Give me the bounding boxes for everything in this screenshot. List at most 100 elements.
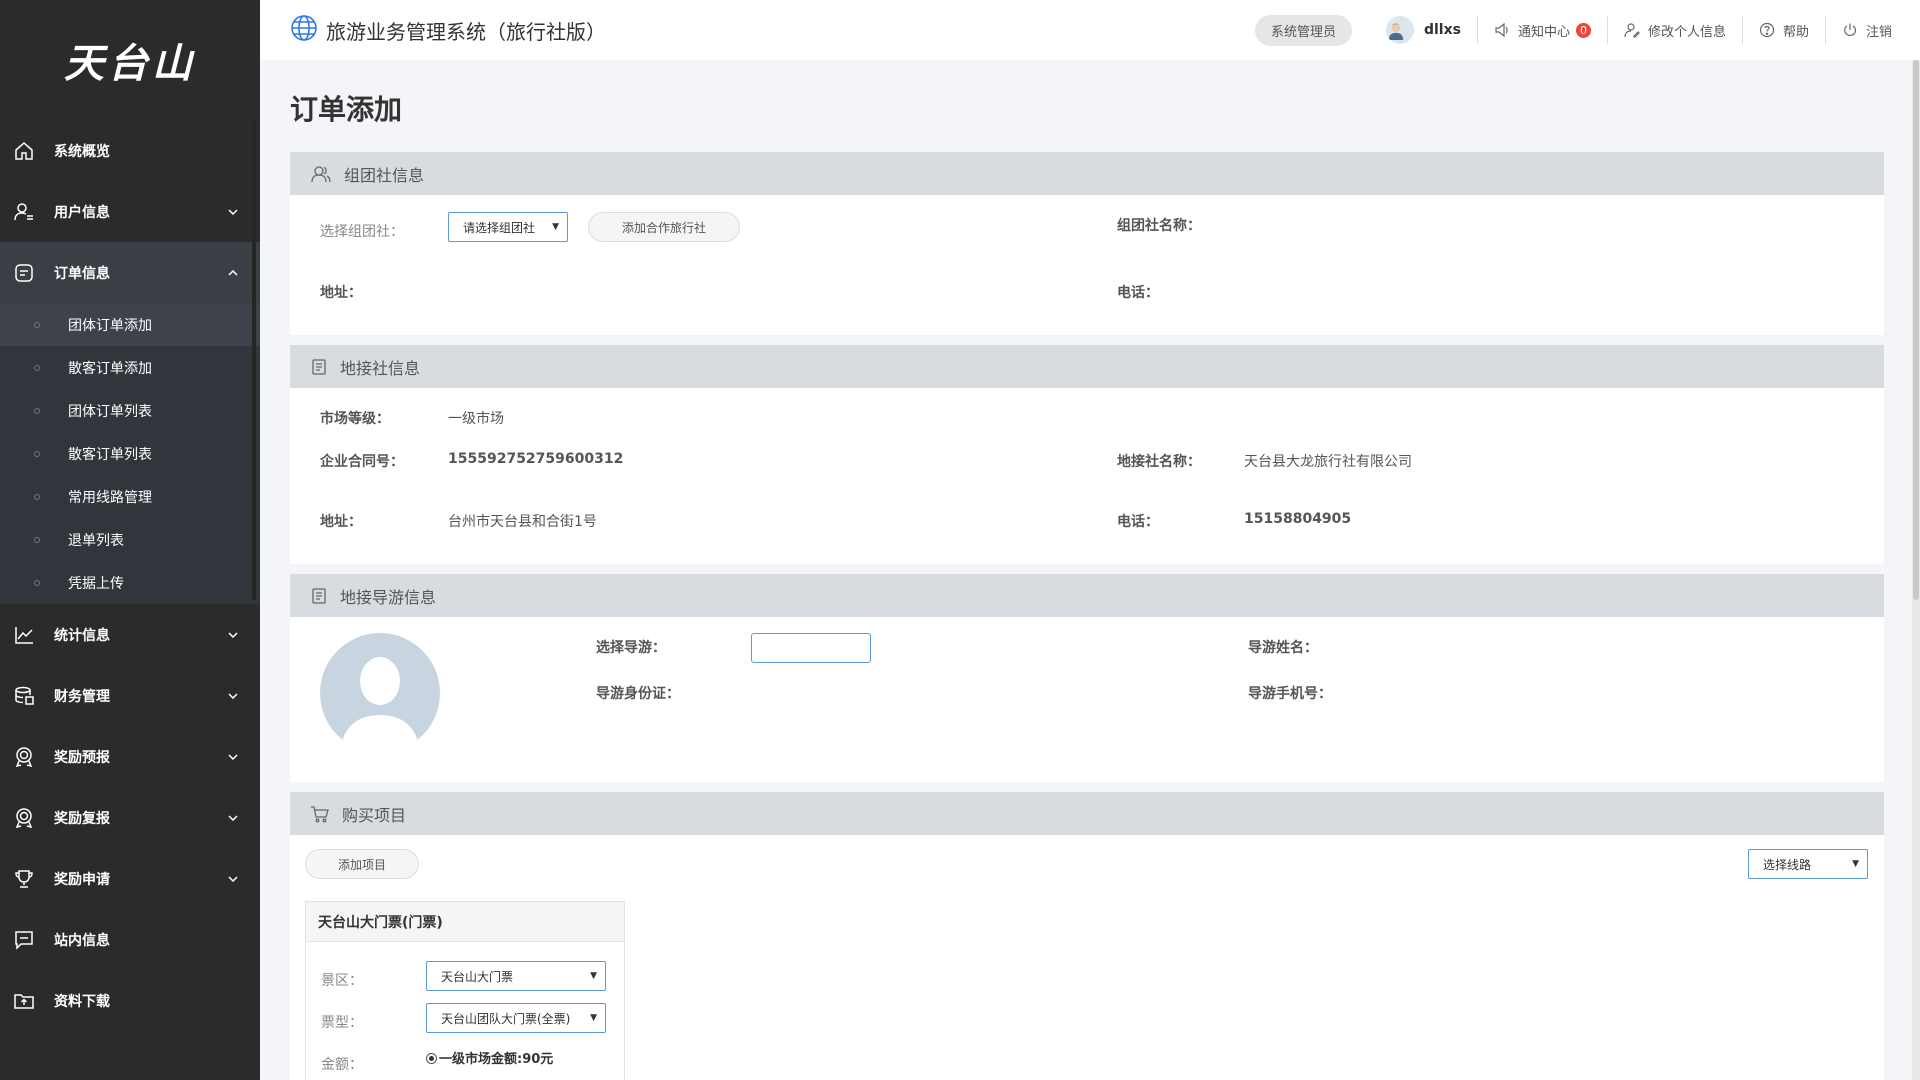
local-agency-name-label: 地接社名称： [1117, 454, 1201, 470]
nav-label: 财务管理 [54, 688, 110, 705]
nav-item-user-info[interactable]: 用户信息 [0, 181, 260, 242]
market-level-label: 市场等级： [320, 411, 390, 427]
app-title-text: 旅游业务管理系统（旅行社版） [326, 19, 606, 44]
role-badge: 系统管理员 [1254, 14, 1352, 46]
logo: 天台山 [0, 0, 260, 120]
cart-icon [311, 805, 329, 822]
scrollbar-thumb[interactable] [1913, 60, 1919, 600]
ticket-type-label: 票型： [321, 1015, 363, 1031]
guide-select-input[interactable] [751, 633, 871, 663]
sub-label: 常用线路管理 [68, 489, 152, 506]
folder-upload-icon [12, 989, 36, 1013]
radio-selected-icon[interactable] [426, 1053, 437, 1064]
sub-item-group-order-list[interactable]: 团体订单列表 [0, 389, 260, 432]
nav-label: 资料下载 [54, 993, 110, 1010]
bullet-icon [34, 450, 40, 457]
sub-label: 团体订单列表 [68, 403, 152, 420]
sub-label: 退单列表 [68, 532, 124, 549]
panel-header: 地接社信息 [290, 345, 1884, 388]
nav-label: 订单信息 [54, 265, 110, 282]
group-agency-panel: 组团社信息 选择组团社： 请选择组团社 ▼ 添加合作旅行社 组团社名称： 地址：… [290, 152, 1884, 335]
username: dllxs [1423, 22, 1461, 38]
agency-name-label: 组团社名称： [1117, 218, 1201, 234]
ticket-type-select-value: 天台山团队大门票(全票) [441, 1011, 571, 1026]
guide-panel: 地接导游信息 选择导游： 导游姓名： 导游身份证： 导游手机号： [290, 574, 1884, 782]
trophy-icon [12, 867, 36, 891]
nav-item-reward-forecast[interactable]: 奖励预报 [0, 726, 260, 787]
caret-down-icon: ▼ [1852, 859, 1859, 869]
home-icon [12, 139, 36, 163]
sub-item-individual-order-list[interactable]: 散客订单列表 [0, 432, 260, 475]
guide-id-label: 导游身份证： [596, 686, 680, 702]
nav-item-statistics[interactable]: 统计信息 [0, 604, 260, 665]
market-level-value: 一级市场 [448, 411, 504, 427]
sub-item-refund-list[interactable]: 退单列表 [0, 518, 260, 561]
add-partner-agency-button[interactable]: 添加合作旅行社 [588, 212, 740, 242]
purchase-item-card: 天台山大门票(门票) 景区： 天台山大门票 ▼ 票型： 天台山团队大门票(全票)… [305, 901, 625, 1080]
panel-header: 地接导游信息 [290, 574, 1884, 617]
nav-item-overview[interactable]: 系统概览 [0, 120, 260, 181]
user-menu[interactable]: dllxs [1370, 16, 1477, 44]
help-link[interactable]: 帮助 [1741, 16, 1825, 44]
bullet-icon [34, 364, 40, 371]
page-title: 订单添加 [290, 93, 403, 126]
route-select[interactable]: 选择线路 ▼ [1748, 849, 1868, 879]
contract-label: 企业合同号： [320, 454, 404, 470]
page-scrollbar[interactable] [1912, 60, 1920, 1080]
logout-label: 注销 [1865, 24, 1892, 40]
sub-item-voucher-upload[interactable]: 凭据上传 [0, 561, 260, 604]
scenic-label: 景区： [321, 973, 363, 989]
contract-value: 155592752759600312 [448, 451, 624, 467]
scenic-select-value: 天台山大门票 [441, 969, 514, 984]
message-icon [12, 928, 36, 952]
chevron-down-icon [226, 872, 240, 886]
sub-label: 团体订单添加 [68, 317, 152, 334]
notification-label: 通知中心 [1517, 24, 1570, 40]
sub-label: 散客订单列表 [68, 446, 152, 463]
nav-item-finance[interactable]: 财务管理 [0, 665, 260, 726]
add-item-button[interactable]: 添加项目 [305, 849, 419, 879]
nav-label: 奖励申请 [54, 871, 110, 888]
sub-item-group-order-add[interactable]: 团体订单添加 [0, 303, 260, 346]
ticket-type-select[interactable]: 天台山团队大门票(全票) ▼ [426, 1003, 606, 1033]
nav-item-messages[interactable]: 站内信息 [0, 909, 260, 970]
nav-label: 奖励复报 [54, 810, 110, 827]
globe-icon [290, 14, 318, 47]
caret-down-icon: ▼ [552, 222, 559, 232]
avatar [1385, 16, 1414, 44]
sidebar-scrollbar[interactable] [252, 120, 256, 600]
phone-label: 电话： [1117, 285, 1159, 301]
nav-label: 用户信息 [54, 204, 110, 221]
power-icon [1844, 23, 1857, 37]
order-submenu: 团体订单添加 散客订单添加 团体订单列表 散客订单列表 常用线路管理 退单列表 … [0, 303, 260, 604]
bullet-icon [34, 407, 40, 414]
amount-value: 一级市场金额:90元 [439, 1052, 554, 1067]
notification-center[interactable]: 通知中心 0 [1476, 16, 1607, 44]
logout-link[interactable]: 注销 [1824, 16, 1908, 44]
phone-label: 电话： [1117, 514, 1159, 530]
select-guide-label: 选择导游： [596, 640, 666, 656]
panel-title: 组团社信息 [344, 165, 425, 185]
address-value: 台州市天台县和合街1号 [448, 514, 597, 530]
select-agency-label: 选择组团社： [320, 224, 404, 240]
edit-profile-link[interactable]: 修改个人信息 [1606, 16, 1742, 44]
scenic-select[interactable]: 天台山大门票 ▼ [426, 961, 606, 991]
nav-item-order-info[interactable]: 订单信息 [0, 242, 260, 303]
top-header: 旅游业务管理系统（旅行社版） 系统管理员 dllxs 通知中心 0 修改个人信息… [260, 0, 1920, 60]
database-icon [12, 684, 36, 708]
notification-count-badge: 0 [1575, 22, 1591, 38]
guide-mobile-label: 导游手机号： [1248, 686, 1332, 702]
header-actions: 系统管理员 dllxs 通知中心 0 修改个人信息 帮助 注销 [1254, 0, 1908, 60]
agency-select[interactable]: 请选择组团社 ▼ [448, 212, 568, 242]
nav-item-downloads[interactable]: 资料下载 [0, 970, 260, 1031]
amount-option[interactable]: 一级市场金额:90元 [426, 1048, 553, 1067]
caret-down-icon: ▼ [590, 971, 597, 981]
users-icon [311, 165, 331, 182]
logo-text: 天台山 [64, 40, 196, 87]
sub-item-individual-order-add[interactable]: 散客订单添加 [0, 346, 260, 389]
panel-header: 购买项目 [290, 792, 1884, 835]
nav-item-reward-recheck[interactable]: 奖励复报 [0, 787, 260, 848]
sub-item-route-management[interactable]: 常用线路管理 [0, 475, 260, 518]
medal-icon [12, 806, 36, 830]
nav-item-reward-apply[interactable]: 奖励申请 [0, 848, 260, 909]
